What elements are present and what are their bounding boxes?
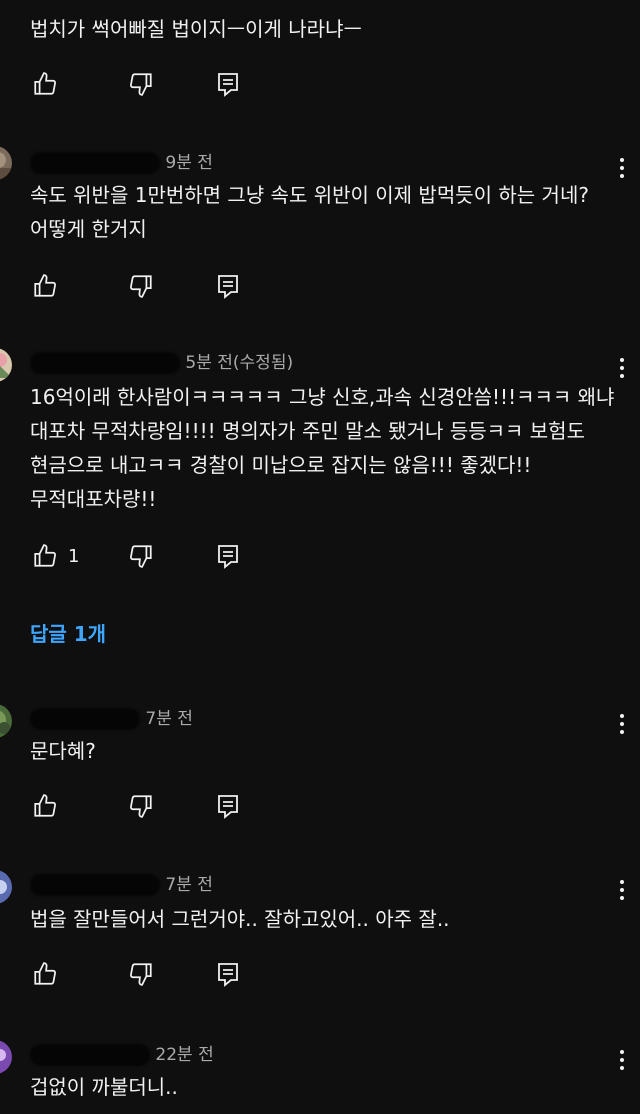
reply-button[interactable]	[216, 960, 240, 988]
avatar[interactable]	[0, 348, 12, 382]
reply-icon	[218, 795, 238, 819]
redacted-author	[30, 352, 180, 374]
comment-text: 법치가 썩어빠질 법이지ㅡ이게 나라냐ㅡ	[30, 17, 362, 41]
avatar[interactable]	[0, 1040, 12, 1074]
reply-icon	[218, 275, 238, 299]
more-vert-icon	[620, 880, 624, 884]
comment-text: 속도 위반을 1만번하면 그냥 속도 위반이 이제 밥먹듯이 하는 거네? 어떻…	[30, 183, 589, 241]
comment-meta: 9분 전	[30, 148, 213, 174]
thumb-up-icon	[34, 544, 56, 567]
dislike-button[interactable]	[128, 792, 154, 820]
more-vert-icon	[620, 714, 624, 718]
like-button[interactable]	[32, 792, 68, 820]
comment-time: 5분 전(수정됨)	[185, 353, 294, 373]
redacted-author	[30, 152, 160, 174]
comment-text: 법을 잘만들어서 그런거야.. 잘하고있어.. 아주 잘..	[30, 907, 450, 931]
like-button[interactable]	[32, 70, 68, 98]
avatar[interactable]	[0, 704, 12, 738]
comment-time: 7분 전	[165, 875, 213, 895]
comment-meta: 7분 전	[30, 704, 193, 730]
more-vert-icon	[620, 158, 624, 162]
thumb-up-icon	[34, 72, 56, 95]
comment-meta: 5분 전(수정됨)	[30, 348, 293, 374]
avatar-image	[0, 348, 12, 382]
comment-text: 문다혜?	[30, 739, 96, 763]
avatar-image	[0, 870, 12, 904]
reply-icon	[218, 545, 238, 569]
avatar-image	[0, 704, 12, 738]
thumb-down-icon	[130, 275, 152, 298]
reply-icon	[218, 73, 238, 97]
redacted-author	[30, 1044, 150, 1066]
more-options-button[interactable]	[612, 354, 632, 382]
redacted-author	[30, 874, 160, 896]
comment-time: 9분 전	[165, 153, 213, 173]
more-vert-icon	[620, 1050, 624, 1054]
comment-meta: 22분 전	[30, 1040, 214, 1066]
like-button[interactable]	[32, 960, 68, 988]
thumb-up-icon	[34, 794, 56, 817]
like-button[interactable]	[32, 272, 68, 300]
comment-text: 16억이래 한사람이ㅋㅋㅋㅋㅋ 그냥 신호,과속 신경안씀!!!ㅋㅋㅋ 왜냐 대…	[30, 385, 615, 511]
thumb-down-icon	[130, 73, 152, 96]
thumb-down-icon	[130, 963, 152, 986]
avatar-image	[0, 1040, 12, 1074]
thumb-down-icon	[130, 795, 152, 818]
comment-meta: 7분 전	[30, 870, 213, 896]
thumb-up-icon	[34, 274, 56, 297]
redacted-author	[30, 708, 140, 730]
reply-button[interactable]	[216, 542, 240, 570]
like-count: 1	[68, 545, 80, 567]
thumb-up-icon	[34, 962, 56, 985]
reply-button[interactable]	[216, 272, 240, 300]
avatar-image	[0, 146, 12, 180]
comment-text: 겁없이 까불더니..	[30, 1075, 178, 1099]
like-button[interactable]: 1	[32, 542, 79, 570]
comment-time: 7분 전	[145, 709, 193, 729]
reply-icon	[218, 963, 238, 987]
dislike-button[interactable]	[128, 70, 154, 98]
thumb-down-icon	[130, 545, 152, 568]
avatar[interactable]	[0, 870, 12, 904]
dislike-button[interactable]	[128, 542, 154, 570]
reply-button[interactable]	[216, 792, 240, 820]
more-options-button[interactable]	[612, 876, 632, 904]
reply-button[interactable]	[216, 70, 240, 98]
view-replies-button[interactable]: 답글 1개	[30, 618, 106, 647]
dislike-button[interactable]	[128, 960, 154, 988]
more-vert-icon	[620, 358, 624, 362]
comment-time: 22분 전	[155, 1045, 214, 1065]
avatar[interactable]	[0, 146, 12, 180]
dislike-button[interactable]	[128, 272, 154, 300]
